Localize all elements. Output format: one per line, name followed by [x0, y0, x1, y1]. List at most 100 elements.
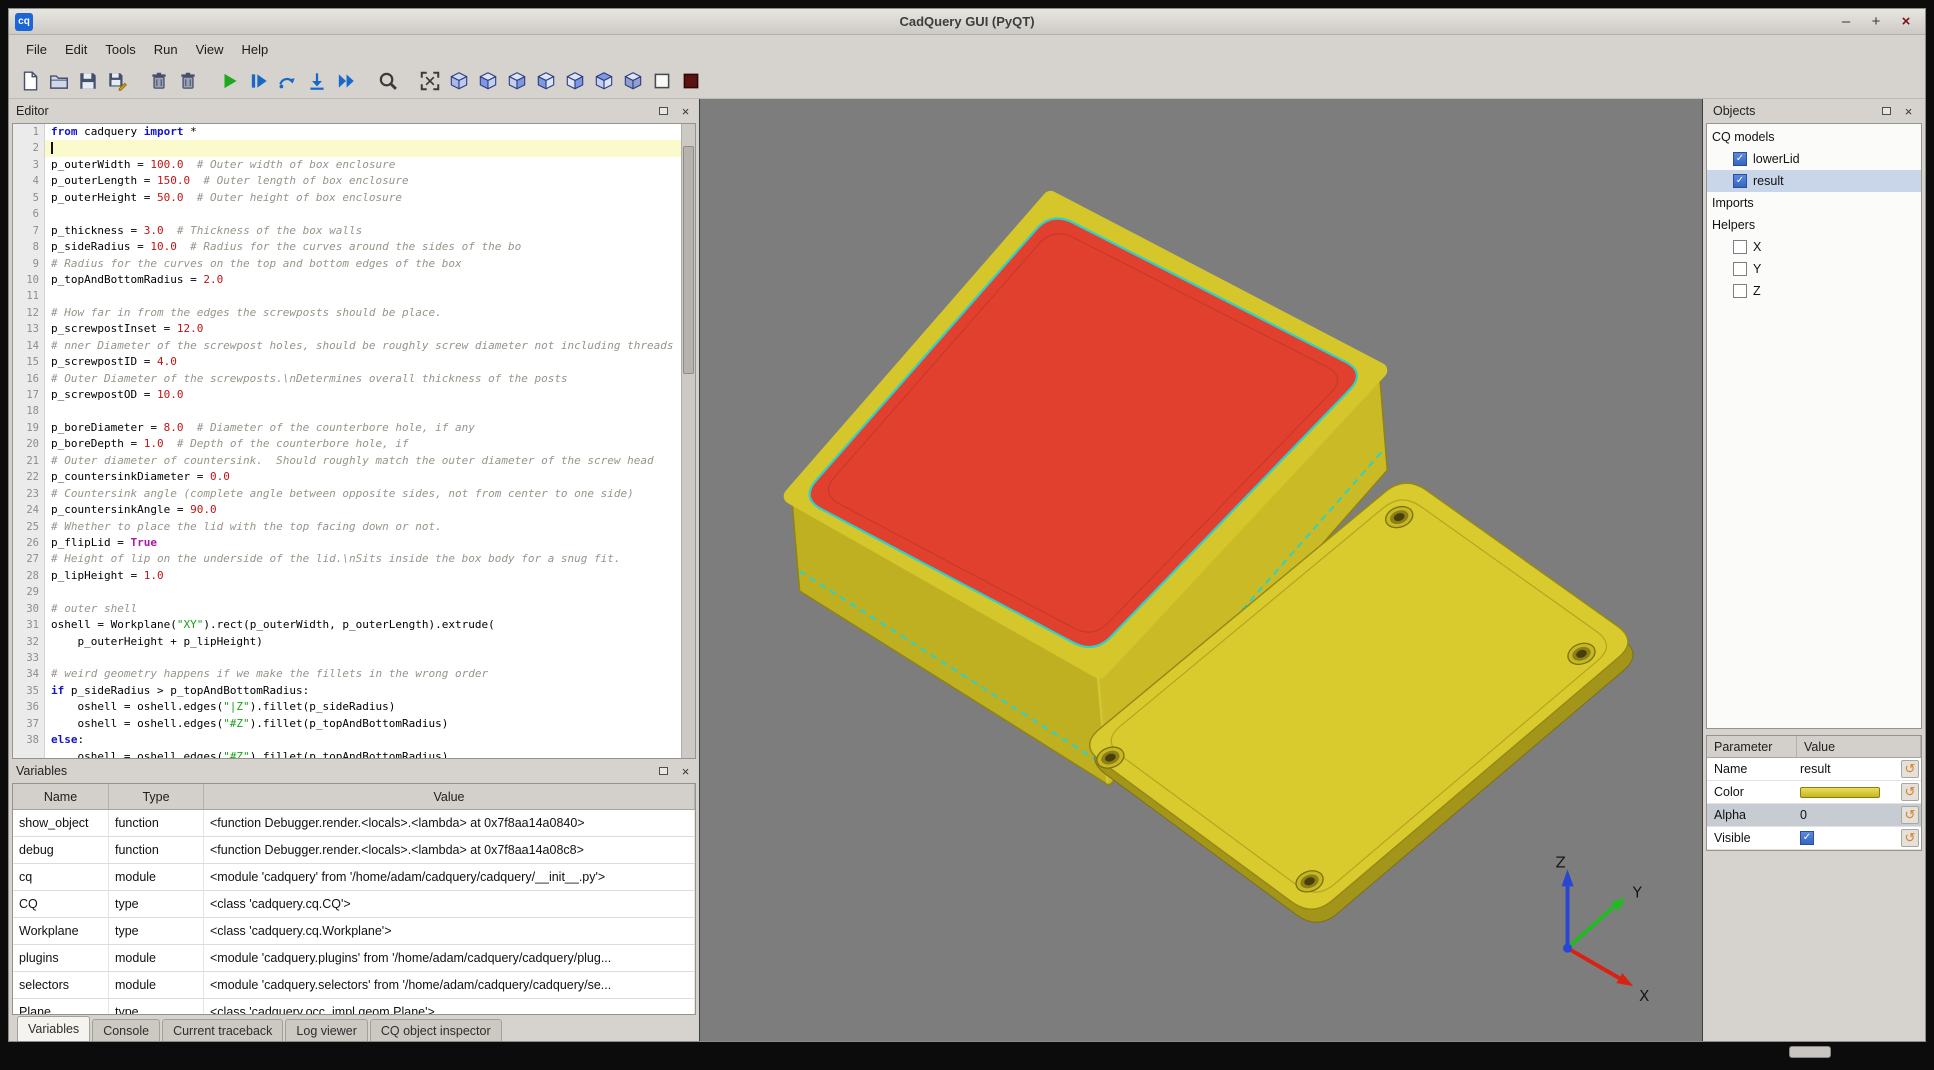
- objects-item-y[interactable]: Y: [1707, 258, 1921, 280]
- objects-item-result[interactable]: ✓result: [1707, 170, 1921, 192]
- code-line[interactable]: 19p_boreDiameter = 8.0 # Diameter of the…: [13, 420, 681, 436]
- code-line[interactable]: 26p_flipLid = True: [13, 535, 681, 551]
- reset-button[interactable]: ↺: [1901, 806, 1919, 824]
- variable-row[interactable]: selectorsmodule<module 'cadquery.selecto…: [13, 972, 695, 999]
- reset-button[interactable]: ↺: [1901, 829, 1919, 847]
- code-line[interactable]: 38else:: [13, 732, 681, 748]
- step-over-button[interactable]: [273, 66, 302, 95]
- debug-button[interactable]: [244, 66, 273, 95]
- variable-row[interactable]: show_objectfunction<function Debugger.re…: [13, 810, 695, 837]
- code-line[interactable]: 25# Whether to place the lid with the to…: [13, 519, 681, 535]
- code-line[interactable]: 22p_countersinkDiameter = 0.0: [13, 469, 681, 485]
- code-line[interactable]: 9# Radius for the curves on the top and …: [13, 256, 681, 272]
- objects-item-x[interactable]: X: [1707, 236, 1921, 258]
- open-script-button[interactable]: [44, 66, 73, 95]
- checkbox[interactable]: [1733, 262, 1747, 276]
- delete-object-button[interactable]: [173, 66, 202, 95]
- variable-row[interactable]: Planetype<class 'cadquery.occ_impl.geom.…: [13, 999, 695, 1015]
- view-right-button[interactable]: [560, 66, 589, 95]
- code-line[interactable]: 7p_thickness = 3.0 # Thickness of the bo…: [13, 223, 681, 239]
- param-row-color[interactable]: Color↺: [1707, 781, 1921, 804]
- new-script-button[interactable]: [15, 66, 44, 95]
- menu-help[interactable]: Help: [233, 38, 278, 61]
- menu-edit[interactable]: Edit: [56, 38, 96, 61]
- scrollbar-thumb[interactable]: [683, 146, 694, 374]
- render-button[interactable]: [215, 66, 244, 95]
- code-line[interactable]: 3p_outerWidth = 100.0 # Outer width of b…: [13, 157, 681, 173]
- checkbox[interactable]: ✓: [1733, 152, 1747, 166]
- code-line[interactable]: 10p_topAndBottomRadius = 2.0: [13, 272, 681, 288]
- code-line[interactable]: 30# outer shell: [13, 601, 681, 617]
- objects-item-cq-models[interactable]: CQ models: [1707, 126, 1921, 148]
- code-line[interactable]: 23# Countersink angle (complete angle be…: [13, 486, 681, 502]
- column-header-value[interactable]: Value: [1797, 736, 1921, 757]
- shaded-button[interactable]: [676, 66, 705, 95]
- column-header-parameter[interactable]: Parameter: [1707, 736, 1797, 757]
- view-front-button[interactable]: [473, 66, 502, 95]
- code-line[interactable]: 13p_screwpostInset = 12.0: [13, 321, 681, 337]
- variables-close-button[interactable]: ×: [679, 765, 692, 778]
- code-line[interactable]: 34# weird geometry happens if we make th…: [13, 666, 681, 682]
- checkbox[interactable]: [1733, 240, 1747, 254]
- objects-item-lowerlid[interactable]: ✓lowerLid: [1707, 148, 1921, 170]
- clear-objects-button[interactable]: [144, 66, 173, 95]
- menu-tools[interactable]: Tools: [96, 38, 144, 61]
- code-line[interactable]: 15p_screwpostID = 4.0: [13, 354, 681, 370]
- code-editor[interactable]: 1from cadquery import *23p_outerWidth = …: [12, 123, 696, 759]
- code-line[interactable]: 33: [13, 650, 681, 666]
- code-line[interactable]: 12# How far in from the edges the screwp…: [13, 305, 681, 321]
- objects-item-z[interactable]: Z: [1707, 280, 1921, 302]
- save-script-button[interactable]: [73, 66, 102, 95]
- code-line[interactable]: 31oshell = Workplane("XY").rect(p_outerW…: [13, 617, 681, 633]
- code-line[interactable]: 21# Outer diameter of countersink. Shoul…: [13, 453, 681, 469]
- variables-float-button[interactable]: [657, 765, 670, 778]
- code-line[interactable]: 35if p_sideRadius > p_topAndBottomRadius…: [13, 683, 681, 699]
- tab-current-traceback[interactable]: Current traceback: [162, 1019, 283, 1041]
- param-row-visible[interactable]: Visible✓↺: [1707, 827, 1921, 850]
- param-row-name[interactable]: Nameresult↺: [1707, 758, 1921, 781]
- variable-row[interactable]: cqmodule<module 'cadquery' from '/home/a…: [13, 864, 695, 891]
- checkbox[interactable]: ✓: [1733, 174, 1747, 188]
- maximize-button[interactable]: +: [1869, 14, 1883, 29]
- close-button[interactable]: ×: [1899, 14, 1913, 29]
- wireframe-button[interactable]: [647, 66, 676, 95]
- code-line[interactable]: 6: [13, 206, 681, 222]
- code-line[interactable]: 37 oshell = oshell.edges("#Z").fillet(p_…: [13, 716, 681, 732]
- code-line[interactable]: 18: [13, 403, 681, 419]
- variable-row[interactable]: Workplanetype<class 'cadquery.cq.Workpla…: [13, 918, 695, 945]
- titlebar[interactable]: cq CadQuery GUI (PyQT) – + ×: [9, 9, 1925, 35]
- reset-button[interactable]: ↺: [1901, 783, 1919, 801]
- menu-run[interactable]: Run: [145, 38, 187, 61]
- editor-float-button[interactable]: [657, 105, 670, 118]
- view-back-button[interactable]: [502, 66, 531, 95]
- code-line[interactable]: 28p_lipHeight = 1.0: [13, 568, 681, 584]
- continue-button[interactable]: [331, 66, 360, 95]
- objects-float-button[interactable]: [1880, 105, 1893, 118]
- step-into-button[interactable]: [302, 66, 331, 95]
- variable-row[interactable]: CQtype<class 'cadquery.cq.CQ'>: [13, 891, 695, 918]
- objects-close-button[interactable]: ×: [1902, 105, 1915, 118]
- view-left-button[interactable]: [531, 66, 560, 95]
- code-line[interactable]: 20p_boreDepth = 1.0 # Depth of the count…: [13, 436, 681, 452]
- view-bottom-button[interactable]: [618, 66, 647, 95]
- code-line[interactable]: 17p_screwpostOD = 10.0: [13, 387, 681, 403]
- view-top-button[interactable]: [589, 66, 618, 95]
- code-line[interactable]: 1from cadquery import *: [13, 124, 681, 140]
- view-iso-button[interactable]: [444, 66, 473, 95]
- column-header-value[interactable]: Value: [204, 784, 695, 809]
- code-line[interactable]: 29: [13, 584, 681, 600]
- code-line[interactable]: 36 oshell = oshell.edges("|Z").fillet(p_…: [13, 699, 681, 715]
- variable-row[interactable]: debugfunction<function Debugger.render.<…: [13, 837, 695, 864]
- checkbox[interactable]: ✓: [1800, 831, 1814, 845]
- code-line[interactable]: 32 p_outerHeight + p_lipHeight): [13, 634, 681, 650]
- objects-item-helpers[interactable]: Helpers: [1707, 214, 1921, 236]
- color-swatch[interactable]: [1800, 787, 1880, 798]
- viewport-3d[interactable]: Z Y X: [699, 99, 1703, 1041]
- reset-button[interactable]: ↺: [1901, 760, 1919, 778]
- code-line[interactable]: 5p_outerHeight = 50.0 # Outer height of …: [13, 190, 681, 206]
- code-line[interactable]: 2: [13, 140, 681, 156]
- checkbox[interactable]: [1733, 284, 1747, 298]
- fit-view-button[interactable]: [415, 66, 444, 95]
- objects-item-imports[interactable]: Imports: [1707, 192, 1921, 214]
- code-line[interactable]: 4p_outerLength = 150.0 # Outer length of…: [13, 173, 681, 189]
